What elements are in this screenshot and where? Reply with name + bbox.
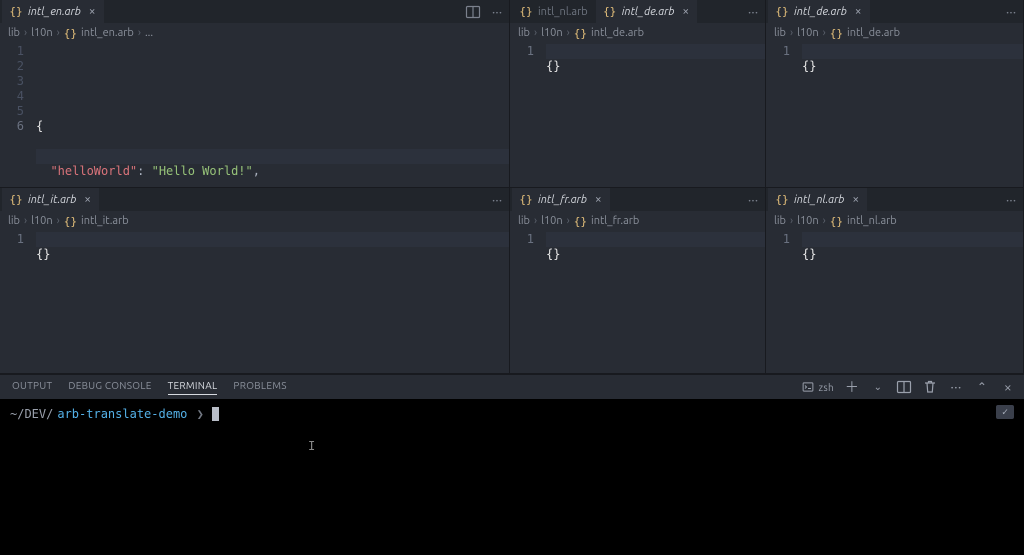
trash-icon[interactable] — [922, 379, 938, 395]
json-icon: {} — [830, 27, 843, 40]
tab-intl-nl[interactable]: {} intl_nl.arb × — [768, 188, 867, 211]
prompt-arrow-icon: ❯ — [189, 407, 203, 421]
tab-intl-nl[interactable]: {} intl_nl.arb — [512, 0, 596, 23]
close-icon[interactable]: × — [682, 5, 689, 18]
terminal[interactable]: ~/DEV/arb-translate-demo ❯ ✓ I — [0, 399, 1024, 555]
more-actions-icon[interactable]: ··· — [745, 4, 761, 20]
tabbar: {} intl_de.arb × ··· — [766, 0, 1023, 23]
json-icon: {} — [830, 215, 843, 228]
code-editor[interactable]: 1 {} — [766, 231, 1023, 373]
close-icon[interactable]: × — [89, 5, 96, 18]
breadcrumb[interactable]: lib › l10n › {} intl_fr.arb — [510, 211, 765, 231]
json-icon: {} — [776, 194, 788, 206]
editor-pane-fr: {} intl_fr.arb × ··· lib › l10n › {} int… — [510, 188, 766, 374]
more-actions-icon[interactable]: ··· — [745, 192, 761, 208]
text-cursor-icon: I — [308, 439, 315, 453]
json-icon: {} — [604, 6, 616, 18]
breadcrumb-file: intl_en.arb — [81, 27, 134, 39]
tab-label: intl_nl.arb — [794, 194, 844, 206]
tabbar: {} intl_nl.arb {} intl_de.arb × ··· — [510, 0, 765, 23]
json-icon: {} — [10, 194, 22, 206]
tab-label: intl_nl.arb — [538, 6, 588, 18]
tab-intl-de[interactable]: {} intl_de.arb × — [596, 0, 698, 23]
editor-pane-de: {} intl_nl.arb {} intl_de.arb × ··· lib … — [510, 0, 766, 188]
close-icon[interactable]: × — [855, 5, 862, 18]
editor-pane-it: {} intl_it.arb × ··· lib › l10n › {} int… — [0, 188, 510, 374]
more-actions-icon[interactable]: ··· — [489, 192, 505, 208]
editor-pane-de2: {} intl_de.arb × ··· lib › l10n › {} int… — [766, 0, 1024, 188]
panel-tab-terminal[interactable]: TERMINAL — [168, 380, 218, 395]
panel-tabbar: OUTPUT DEBUG CONSOLE TERMINAL PROBLEMS z… — [0, 375, 1024, 399]
json-icon: {} — [10, 6, 22, 18]
json-icon: {} — [64, 215, 77, 228]
code-editor[interactable]: 1 2 3 4 5 6 { "helloWorld": "Hello World… — [0, 43, 509, 187]
code-editor[interactable]: 1 {} — [510, 43, 765, 187]
tab-intl-en[interactable]: {} intl_en.arb × — [2, 0, 104, 23]
split-terminal-icon[interactable] — [896, 379, 912, 395]
split-editor-icon[interactable] — [465, 4, 481, 20]
code-editor[interactable]: 1 {} — [510, 231, 765, 373]
tab-intl-fr[interactable]: {} intl_fr.arb × — [512, 188, 610, 211]
code-editor[interactable]: 1 {} — [0, 231, 509, 373]
json-icon: {} — [64, 27, 77, 40]
json-icon: {} — [776, 6, 788, 18]
tabbar: {} intl_fr.arb × ··· — [510, 188, 765, 211]
json-icon: {} — [574, 27, 587, 40]
chevron-right-icon: › — [138, 27, 141, 39]
breadcrumb[interactable]: lib › l10n › {} intl_de.arb — [510, 23, 765, 43]
close-icon[interactable]: × — [84, 193, 91, 206]
tab-label: intl_fr.arb — [538, 194, 587, 206]
editor-pane-en: {} intl_en.arb × ··· lib › l10n › {} int… — [0, 0, 510, 188]
tab-label: intl_en.arb — [28, 6, 81, 18]
breadcrumb[interactable]: lib › l10n › {} intl_en.arb › ... — [0, 23, 509, 43]
chevron-right-icon: › — [24, 27, 27, 39]
close-panel-icon[interactable]: × — [1000, 379, 1016, 395]
tab-intl-it[interactable]: {} intl_it.arb × — [2, 188, 99, 211]
tab-label: intl_de.arb — [794, 6, 847, 18]
close-icon[interactable]: × — [852, 193, 859, 206]
code-editor[interactable]: 1 {} — [766, 43, 1023, 187]
chevron-up-icon[interactable]: ⌃ — [974, 379, 990, 395]
new-terminal-icon[interactable]: ＋ — [844, 379, 860, 395]
more-actions-icon[interactable]: ··· — [1003, 192, 1019, 208]
json-icon: {} — [574, 215, 587, 228]
terminal-prompt: ~/DEV/arb-translate-demo ❯ — [10, 407, 1014, 421]
terminal-shell-selector[interactable]: zsh — [802, 381, 834, 393]
close-icon[interactable]: × — [595, 193, 602, 206]
chevron-down-icon[interactable]: ⌄ — [870, 379, 886, 395]
cwd-part: ~/DEV/ — [10, 407, 53, 421]
breadcrumb-tail: ... — [145, 27, 153, 39]
breadcrumb[interactable]: lib › l10n › {} intl_it.arb — [0, 211, 509, 231]
json-icon: {} — [520, 194, 532, 206]
more-actions-icon[interactable]: ··· — [948, 379, 964, 395]
terminal-cursor — [212, 407, 219, 421]
code-content: { "helloWorld": "Hello World!", "@helloW… — [36, 43, 509, 187]
tab-label: intl_it.arb — [28, 194, 76, 206]
terminal-icon — [802, 381, 814, 393]
json-icon: {} — [520, 6, 532, 18]
tab-label: intl_de.arb — [622, 6, 675, 18]
breadcrumb-seg: l10n — [31, 27, 53, 39]
panel-tab-debug[interactable]: DEBUG CONSOLE — [68, 380, 151, 394]
status-ok-badge: ✓ — [996, 405, 1014, 419]
tabbar: {} intl_nl.arb × ··· — [766, 188, 1023, 211]
tabbar: {} intl_en.arb × ··· — [0, 0, 509, 23]
editor-pane-nl: {} intl_nl.arb × ··· lib › l10n › {} int… — [766, 188, 1024, 374]
cwd-repo: arb-translate-demo — [57, 407, 187, 421]
breadcrumb-seg: lib — [8, 27, 20, 39]
tab-intl-de[interactable]: {} intl_de.arb × — [768, 0, 870, 23]
shell-name: zsh — [818, 382, 834, 393]
breadcrumb[interactable]: lib › l10n › {} intl_de.arb — [766, 23, 1023, 43]
line-gutter: 1 2 3 4 5 6 — [0, 43, 36, 187]
panel-tab-problems[interactable]: PROBLEMS — [233, 380, 286, 394]
more-actions-icon[interactable]: ··· — [1003, 4, 1019, 20]
tabbar: {} intl_it.arb × ··· — [0, 188, 509, 211]
chevron-right-icon: › — [57, 27, 60, 39]
panel-tab-output[interactable]: OUTPUT — [12, 380, 52, 394]
breadcrumb[interactable]: lib › l10n › {} intl_nl.arb — [766, 211, 1023, 231]
more-actions-icon[interactable]: ··· — [489, 4, 505, 20]
bottom-panel: OUTPUT DEBUG CONSOLE TERMINAL PROBLEMS z… — [0, 374, 1024, 555]
